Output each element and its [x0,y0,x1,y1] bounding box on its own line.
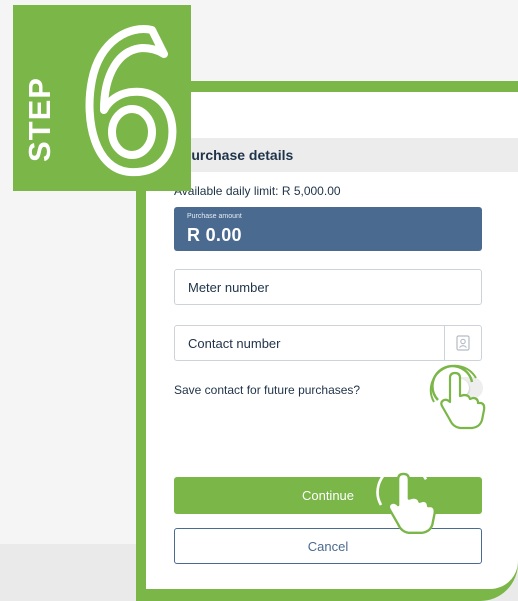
cancel-label: Cancel [307,539,349,554]
contact-book-icon [456,335,470,351]
purchase-amount-label: Purchase amount [187,213,242,220]
section-title: Purchase details [182,147,294,163]
daily-limit-text: Available daily limit: R 5,000.00 [174,184,341,198]
purchase-screen: Purchase details Available daily limit: … [146,92,518,589]
contact-number-input[interactable]: Contact number [174,325,482,361]
meter-number-input[interactable]: Meter number [174,269,482,305]
save-contact-label: Save contact for future purchases? [174,383,361,397]
step-word: STEP [22,77,57,162]
meter-number-placeholder: Meter number [188,280,269,295]
section-header: Purchase details [146,138,518,172]
purchase-amount-field[interactable]: Purchase amount R 0.00 [174,207,482,251]
tap-hand-icon [429,364,486,430]
tap-hand-icon-continue [376,464,436,535]
contact-picker-button[interactable] [444,326,481,360]
purchase-amount-value: R 0.00 [187,225,242,245]
step-number-graphic [85,25,177,177]
contact-number-placeholder: Contact number [188,336,281,351]
